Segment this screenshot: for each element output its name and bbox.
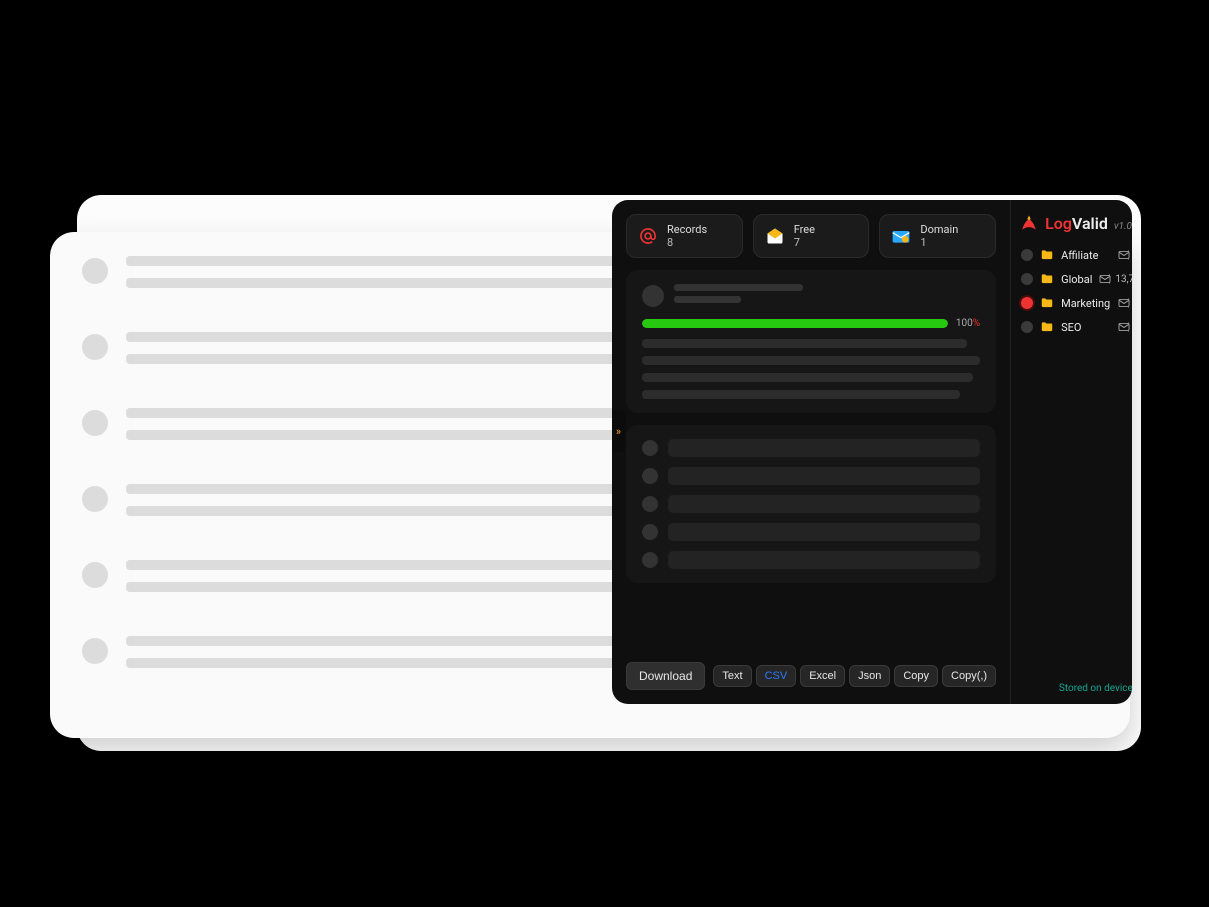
stat-free: Free 7 — [753, 214, 870, 258]
folder-count: 18 — [1117, 321, 1132, 333]
logvalid-panel: » Records 8 — [612, 200, 1132, 704]
folder-item[interactable]: SEO18••• — [1019, 316, 1132, 338]
stat-records: Records 8 — [626, 214, 743, 258]
stat-row: Records 8 Free 7 — [626, 214, 996, 258]
brand-title: LogValid v1.0 — [1045, 214, 1132, 233]
placeholder-line — [126, 560, 661, 570]
envelope-domain-icon — [890, 225, 912, 247]
placeholder-line — [674, 284, 803, 291]
placeholder-line — [126, 636, 661, 646]
download-button[interactable]: Download — [626, 662, 705, 690]
folder-list: Affiliate22•••Global13,745•••Marketing26… — [1019, 244, 1132, 338]
export-json-button[interactable]: Json — [849, 665, 890, 687]
placeholder-line — [126, 332, 661, 342]
at-sign-icon — [637, 225, 659, 247]
folder-radio[interactable] — [1021, 297, 1033, 309]
folder-icon — [1039, 272, 1055, 286]
progress-percent: 100% — [956, 318, 980, 329]
list-item — [642, 551, 980, 569]
copy-button[interactable]: Copy — [894, 665, 938, 687]
folder-count: 22 — [1117, 249, 1132, 261]
folder-name: Global — [1061, 273, 1092, 286]
stored-on-device-link[interactable]: Stored on device — [1059, 683, 1132, 694]
folder-name: Affiliate — [1061, 249, 1111, 262]
folder-item[interactable]: Marketing26••• — [1019, 292, 1132, 314]
envelope-open-icon — [764, 225, 786, 247]
stat-label: Free — [794, 223, 815, 236]
placeholder-avatar — [82, 562, 108, 588]
stat-label: Domain — [920, 223, 958, 236]
export-csv-button[interactable]: CSV — [756, 665, 797, 687]
envelope-icon — [1117, 321, 1131, 333]
placeholder-line — [126, 408, 661, 418]
progress-fill — [642, 319, 948, 328]
placeholder-line — [674, 296, 741, 303]
folder-radio[interactable] — [1021, 273, 1033, 285]
placeholder-avatar — [82, 334, 108, 360]
export-text-button[interactable]: Text — [713, 665, 751, 687]
placeholder-line — [642, 356, 980, 365]
placeholder-line — [126, 256, 661, 266]
stat-domain: Domain 1 — [879, 214, 996, 258]
placeholder-avatar — [82, 486, 108, 512]
logvalid-logo-icon — [1019, 213, 1039, 233]
list-item — [642, 439, 980, 457]
copy-comma-button[interactable]: Copy(,) — [942, 665, 996, 687]
folder-icon — [1039, 320, 1055, 334]
panel-main: Records 8 Free 7 — [612, 200, 1010, 704]
placeholder-avatar — [82, 638, 108, 664]
folder-radio[interactable] — [1021, 321, 1033, 333]
export-toolbar: Download Text CSV Excel Json Copy Copy(,… — [626, 662, 996, 690]
folder-count: 13,745 — [1098, 273, 1132, 285]
stat-value: 7 — [794, 236, 815, 249]
placeholder-line — [126, 484, 661, 494]
folder-icon — [1039, 248, 1055, 262]
progress-avatar-placeholder — [642, 285, 664, 307]
placeholder-line — [642, 339, 967, 348]
envelope-icon — [1117, 249, 1131, 261]
progress-bar — [642, 319, 948, 328]
list-item — [642, 523, 980, 541]
placeholder-avatar — [82, 410, 108, 436]
sidebar-footer: Stored on device — [1019, 680, 1132, 694]
stat-value: 1 — [920, 236, 958, 249]
envelope-icon — [1117, 297, 1131, 309]
panel-sidebar: LogValid v1.0 + Affiliate22•••Global13,7… — [1010, 200, 1132, 704]
export-excel-button[interactable]: Excel — [800, 665, 845, 687]
folder-item[interactable]: Global13,745••• — [1019, 268, 1132, 290]
list-item — [642, 467, 980, 485]
stat-label: Records — [667, 223, 707, 236]
results-list-block — [626, 425, 996, 583]
placeholder-avatar — [82, 258, 108, 284]
folder-radio[interactable] — [1021, 249, 1033, 261]
placeholder-line — [642, 373, 973, 382]
folder-name: Marketing — [1061, 297, 1111, 310]
progress-block: 100% — [626, 270, 996, 413]
folder-item[interactable]: Affiliate22••• — [1019, 244, 1132, 266]
stat-value: 8 — [667, 236, 707, 249]
placeholder-line — [642, 390, 960, 399]
folder-count: 26 — [1117, 297, 1132, 309]
folder-icon — [1039, 296, 1055, 310]
sidebar-header: LogValid v1.0 + — [1019, 212, 1132, 234]
list-item — [642, 495, 980, 513]
envelope-icon — [1098, 273, 1112, 285]
folder-name: SEO — [1061, 321, 1111, 334]
